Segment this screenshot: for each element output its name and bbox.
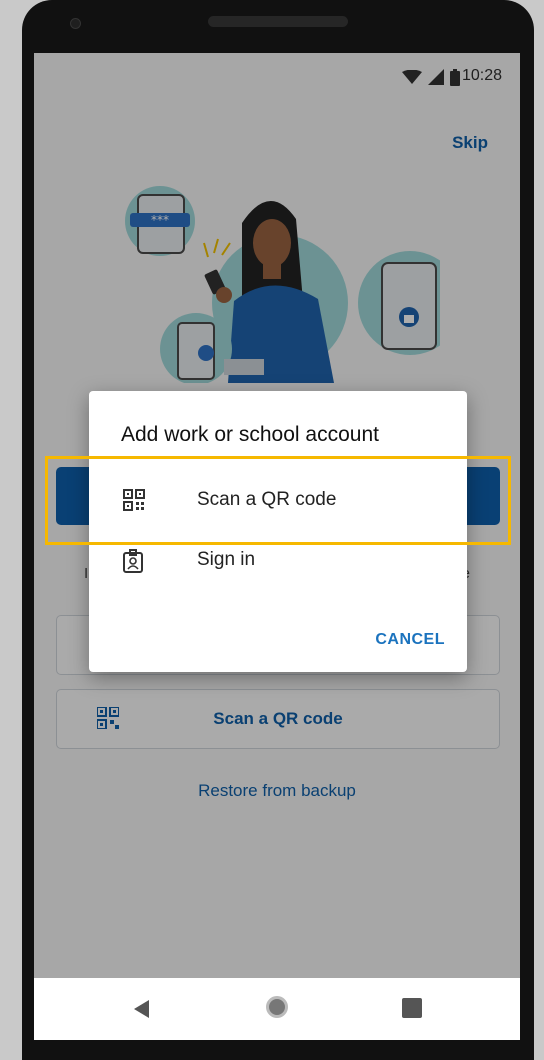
dialog-item-label: Sign in	[197, 549, 256, 570]
phone-screen: 10:28 Skip *** I Scan a QR code Restore …	[34, 53, 520, 1040]
id-badge-icon	[123, 549, 143, 573]
home-icon[interactable]	[266, 996, 288, 1018]
front-camera	[70, 18, 81, 29]
highlight-box	[45, 456, 511, 545]
back-icon[interactable]	[134, 1000, 149, 1018]
navigation-bar	[34, 978, 520, 1040]
recent-apps-icon[interactable]	[402, 998, 422, 1018]
page: 10:28 Skip *** I Scan a QR code Restore …	[0, 0, 544, 1060]
cancel-button[interactable]: CANCEL	[375, 631, 445, 649]
dialog-title: Add work or school account	[121, 423, 379, 446]
earpiece-speaker	[208, 16, 348, 27]
